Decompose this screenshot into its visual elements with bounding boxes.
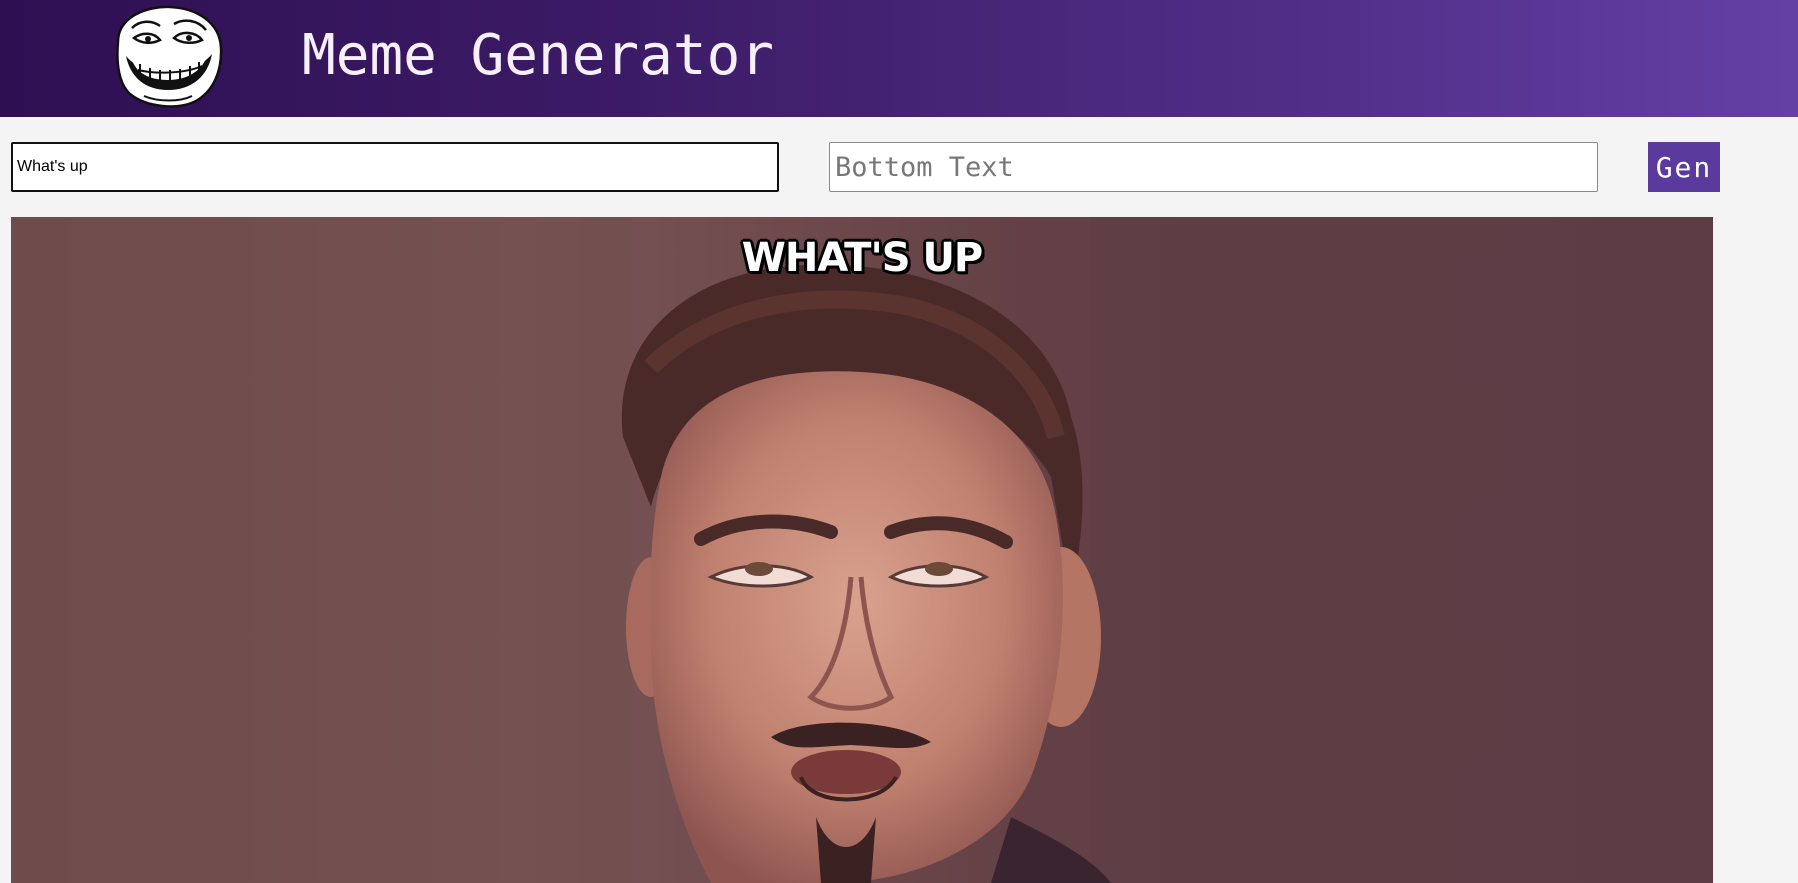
meme-preview: What's up [11, 217, 1713, 883]
generate-button[interactable]: Gen [1648, 142, 1720, 192]
man-rolling-eyes-photo [11, 217, 1713, 883]
troll-face-icon [116, 5, 223, 108]
page-title: Meme Generator [302, 23, 775, 88]
top-text-input[interactable] [11, 142, 779, 192]
app-header: Meme Generator [0, 0, 1798, 117]
meme-top-caption: What's up [741, 235, 984, 281]
bottom-text-input[interactable] [829, 142, 1598, 192]
